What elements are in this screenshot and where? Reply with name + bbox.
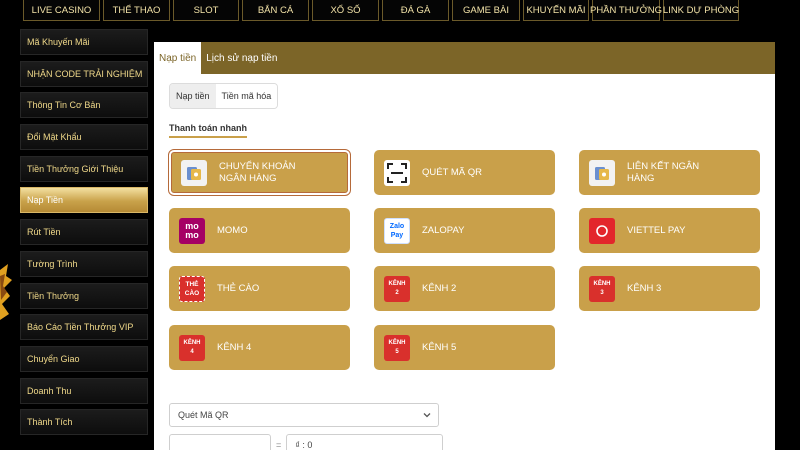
nav-item-7[interactable]: KHUYẾN MÃI: [523, 0, 589, 21]
scratch-card-icon: THẺ CÀO: [179, 275, 205, 302]
section-title: Thanh toán nhanh: [169, 123, 247, 138]
sidebar-item-6[interactable]: Rút Tiền: [20, 219, 148, 246]
select-value: Quét Mã QR: [178, 410, 229, 420]
nav-item-2[interactable]: SLOT: [173, 0, 239, 21]
sidebar-item-10[interactable]: Chuyển Giao: [20, 345, 148, 372]
payment-method-select[interactable]: Quét Mã QR: [169, 403, 439, 427]
bank-card-icon: [181, 159, 207, 186]
qr-scan-icon: [384, 159, 410, 186]
sidebar-item-4[interactable]: Tiền Thưởng Giới Thiệu: [20, 155, 148, 182]
nav-item-4[interactable]: XỔ SỐ: [312, 0, 379, 21]
sidebar-item-0[interactable]: Mã Khuyến Mãi: [20, 29, 148, 55]
payment-method-label: KÊNH 3: [627, 282, 662, 294]
payment-method-2[interactable]: LIÊN KẾT NGÂN HÀNG: [579, 150, 760, 195]
channel-3-icon: KÊNH 3: [589, 275, 615, 302]
chevron-down-icon: [423, 413, 431, 418]
nav-item-1[interactable]: THỂ THAO: [103, 0, 170, 21]
panel-tabs: Nạp tiền Lịch sử nạp tiền: [154, 42, 775, 74]
sidebar-item-5[interactable]: Nạp Tiền: [20, 187, 148, 214]
payment-method-7[interactable]: KÊNH 2 KÊNH 2: [374, 266, 555, 311]
payment-method-6[interactable]: THẺ CÀO THẺ CÀO: [169, 266, 350, 311]
channel-4-icon: KÊNH 4: [179, 334, 205, 361]
amount-converted-value: ₫ : 0: [295, 440, 313, 450]
payment-method-label: VIETTEL PAY: [627, 224, 686, 236]
account-sidebar: Mã Khuyến Mãi NHẬN CODE TRẢI NGHIỆM Thông …: [20, 29, 148, 441]
payment-method-label: QUÉT MÃ QR: [422, 166, 482, 178]
sidebar-item-9[interactable]: Báo Cáo Tiền Thưởng VIP: [20, 314, 148, 341]
tab-deposit[interactable]: Nạp tiền: [154, 42, 202, 74]
nav-item-9[interactable]: LINK DỰ PHÒNG: [663, 0, 739, 21]
equals-sign: =: [276, 440, 282, 450]
nav-item-3[interactable]: BẮN CÁ: [242, 0, 309, 21]
sidebar-item-8[interactable]: Tiền Thưởng: [20, 282, 148, 309]
payment-method-8[interactable]: KÊNH 3 KÊNH 3: [579, 266, 760, 311]
channel-2-icon: KÊNH 2: [384, 275, 410, 302]
amount-row: = ₫ : 0: [169, 434, 444, 450]
payment-method-label: MOMO: [217, 224, 248, 236]
sidebar-item-7[interactable]: Tường Trình: [20, 250, 148, 277]
payment-method-label: KÊNH 4: [217, 341, 252, 353]
sidebar-item-3[interactable]: Đổi Mật Khẩu: [20, 124, 148, 151]
nav-item-6[interactable]: GAME BÀI: [452, 0, 520, 21]
payment-method-10[interactable]: KÊNH 5 KÊNH 5: [374, 325, 555, 370]
nav-item-0[interactable]: LIVE CASINO: [23, 0, 100, 21]
payment-method-label: KÊNH 5: [422, 341, 457, 353]
momo-icon: mo mo: [179, 217, 205, 244]
payment-method-label: ZALOPAY: [422, 224, 465, 236]
mascot-decoration: [0, 264, 12, 320]
payment-method-label: LIÊN KẾT NGÂN HÀNG: [627, 160, 700, 184]
deposit-type-toggle: Nạp tiền Tiền mã hóa: [169, 83, 279, 109]
nav-item-8[interactable]: PHẦN THƯỞNG: [590, 0, 662, 21]
payment-method-label: KÊNH 2: [422, 282, 457, 294]
sidebar-item-12[interactable]: Thành Tích: [20, 409, 148, 436]
top-nav: LIVE CASINO THỂ THAO SLOT BẮN CÁ XỔ SỐ ĐÁ GÀ G…: [0, 0, 800, 21]
sidebar-item-11[interactable]: Doanh Thu: [20, 377, 148, 404]
amount-converted: ₫ : 0: [286, 434, 444, 450]
nav-item-5[interactable]: ĐÁ GÀ: [382, 0, 449, 21]
segment-deposit[interactable]: Nạp tiền: [170, 84, 216, 108]
payment-method-label: CHUYỂN KHOẢN NGÂN HÀNG: [219, 160, 296, 184]
tab-deposit-history[interactable]: Lịch sử nạp tiền: [201, 42, 282, 74]
segment-crypto[interactable]: Tiền mã hóa: [215, 84, 278, 108]
payment-method-3[interactable]: mo mo MOMO: [169, 208, 350, 253]
payment-method-0[interactable]: CHUYỂN KHOẢN NGÂN HÀNG: [168, 149, 351, 196]
channel-5-icon: KÊNH 5: [384, 334, 410, 361]
payment-method-5[interactable]: VIETTEL PAY: [579, 208, 760, 253]
amount-input[interactable]: [169, 434, 271, 450]
deposit-panel: Nạp tiền Lịch sử nạp tiền Nạp tiền Tiền …: [154, 42, 775, 450]
payment-method-9[interactable]: KÊNH 4 KÊNH 4: [169, 325, 350, 370]
sidebar-item-1[interactable]: NHẬN CODE TRẢI NGHIỆM: [20, 60, 148, 87]
payment-method-label: THẺ CÀO: [217, 282, 260, 294]
payment-method-4[interactable]: Zalo Pay ZALOPAY: [374, 208, 555, 253]
bank-link-icon: [589, 159, 615, 186]
zalopay-icon: Zalo Pay: [384, 217, 410, 244]
viettelpay-icon: [589, 217, 615, 244]
payment-method-1[interactable]: QUÉT MÃ QR: [374, 150, 555, 195]
sidebar-item-2[interactable]: Thông Tin Cơ Bản: [20, 92, 148, 119]
